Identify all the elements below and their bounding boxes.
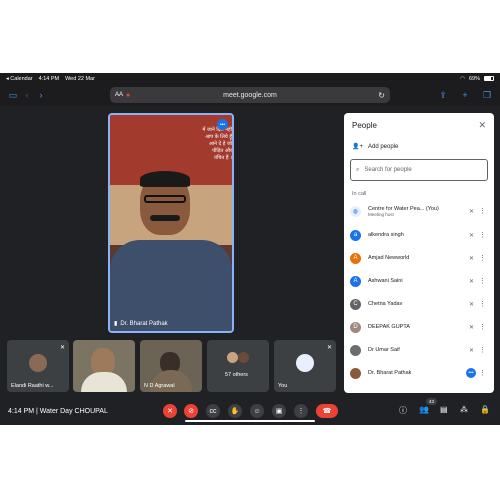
close-icon[interactable]: ✕ — [478, 120, 486, 131]
home-indicator[interactable] — [185, 420, 315, 422]
participant-name: N D Agrawal — [144, 383, 175, 389]
participant-avatar — [29, 354, 47, 372]
activities-icon[interactable]: ⁂ — [460, 405, 468, 414]
mic-off-icon[interactable]: ✕ — [469, 208, 474, 215]
raise-hand-button[interactable]: ✋ — [228, 404, 242, 418]
back-arrow-icon[interactable]: ‹ — [20, 90, 34, 100]
more-options-icon[interactable]: ⋮ — [479, 300, 486, 308]
participant-row[interactable]: D DEEPAK GUPTA ✕ ⋮ — [350, 317, 490, 337]
participant-row[interactable]: a alkendra singh ✕ ⋮ — [350, 225, 490, 245]
mic-off-icon[interactable]: ✕ — [469, 278, 474, 285]
captions-button[interactable]: cc — [206, 404, 220, 418]
tabs-overview-icon[interactable]: ❐ — [480, 90, 494, 101]
more-options-icon[interactable]: ⋮ — [479, 323, 486, 331]
speaker-name-label: ▮ Dr. Bharat Pathak — [114, 320, 168, 328]
participant-avatar: A — [350, 275, 361, 287]
leave-call-button[interactable]: ☎ — [316, 404, 338, 418]
add-people-button[interactable]: 👤+ Add people — [352, 143, 398, 151]
main-speaker-tile[interactable]: में जाने दिले नहीं आप के लिये हूँ आने दे… — [108, 113, 234, 333]
status-bar: ◂ Calendar 4:14 PM Wed 22 Mar ◠ 69% — [0, 73, 500, 84]
battery-icon — [484, 76, 494, 81]
participant-avatar — [238, 352, 249, 363]
participant-row[interactable]: A Ashwani Saini ✕ ⋮ — [350, 271, 490, 291]
mic-off-icon: ✕ — [326, 345, 332, 351]
participant-avatar: ◍ — [350, 205, 361, 217]
in-call-heading: In call — [352, 191, 367, 197]
new-tab-icon[interactable]: + — [458, 90, 472, 101]
more-options-icon[interactable]: ⋮ — [479, 254, 486, 262]
mic-off-icon[interactable]: ✕ — [469, 255, 474, 262]
participant-avatar: D — [350, 321, 361, 333]
participant-shirt — [81, 372, 127, 392]
panel-title: People — [352, 121, 377, 130]
people-panel: People ✕ 👤+ Add people ⌕ Search for peop… — [344, 113, 494, 393]
participant-row[interactable]: Dr Umar Saif ✕ ⋮ — [350, 340, 490, 360]
others-count-label: 57 others — [225, 372, 248, 378]
participant-avatar: A — [350, 252, 361, 264]
present-button[interactable]: ▣ — [272, 404, 286, 418]
sidebar-icon[interactable]: ▭ — [6, 90, 20, 101]
participant-row[interactable]: ◍ Centre for Water Pea... (You) Meeting … — [350, 201, 490, 221]
wifi-icon: ◠ — [460, 75, 465, 82]
host-controls-icon[interactable]: 🔒 — [480, 405, 490, 414]
more-options-icon[interactable]: ⋮ — [479, 346, 486, 354]
participant-tile[interactable]: N D Agrawal — [140, 340, 202, 392]
forward-arrow-icon[interactable]: › — [34, 90, 48, 100]
poster-text: में जाने दिले नहीं आप के लिये हूँ आने दे… — [202, 127, 232, 161]
participant-tile[interactable] — [73, 340, 135, 392]
mic-off-icon[interactable]: ✕ — [469, 324, 474, 331]
more-options-icon[interactable]: ⋮ — [479, 369, 486, 377]
status-time: 4:14 PM — [38, 75, 60, 82]
meeting-info: 4:14 PM | Water Day CHOUPAL — [8, 407, 108, 415]
address-bar[interactable]: AA ● meet.google.com ↻ — [110, 87, 390, 103]
speaking-indicator-icon: ••• — [217, 119, 228, 130]
more-options-icon[interactable]: ⋮ — [479, 277, 486, 285]
url-text: meet.google.com — [223, 91, 277, 99]
participant-row[interactable]: Dr. Bharat Pathak ••• ⋮ — [350, 363, 490, 383]
self-name: You — [278, 383, 288, 389]
speaker-glasses — [144, 195, 186, 203]
back-to-calendar-link[interactable]: ◂ Calendar — [6, 76, 33, 82]
others-tile[interactable]: 57 others — [207, 340, 269, 392]
ipad-screen: ◂ Calendar 4:14 PM Wed 22 Mar ◠ 69% ▭ ‹ … — [0, 73, 500, 425]
people-count-badge: 43 — [426, 398, 438, 405]
battery-percent: 69% — [468, 75, 480, 82]
more-options-button[interactable]: ⋮ — [294, 404, 308, 418]
mic-off-icon[interactable]: ✕ — [469, 347, 474, 354]
share-icon[interactable]: ⇪ — [436, 90, 450, 101]
participant-name: Elandi Raathi w... — [11, 383, 54, 389]
chat-icon[interactable]: ▤ — [440, 405, 448, 414]
reactions-button[interactable]: ☺ — [250, 404, 264, 418]
mic-off-icon[interactable]: ✕ — [469, 232, 474, 239]
speaker-mustache — [150, 215, 180, 221]
participant-avatar: C — [350, 298, 361, 310]
participant-avatar — [350, 344, 361, 356]
search-icon: ⌕ — [356, 166, 360, 173]
add-person-icon: 👤+ — [352, 144, 363, 150]
speaking-indicator-icon: ••• — [466, 368, 476, 378]
people-icon[interactable]: 👥 — [419, 405, 429, 414]
more-options-icon[interactable]: ⋮ — [479, 207, 486, 215]
participant-avatar — [350, 367, 361, 379]
mic-toggle-button[interactable]: ✕ — [163, 404, 177, 418]
search-people-input[interactable]: ⌕ Search for people — [350, 159, 488, 181]
self-tile[interactable]: ✕ You — [274, 340, 336, 392]
participant-row[interactable]: C Chetna Yadav ✕ ⋮ — [350, 294, 490, 314]
participant-avatar: a — [350, 229, 361, 241]
browser-toolbar: ▭ ‹ › AA ● meet.google.com ↻ ⇪ + ❐ — [0, 84, 500, 106]
mic-off-icon: ✕ — [59, 345, 65, 351]
pin-icon: ▮ — [114, 321, 118, 327]
more-options-icon[interactable]: ⋮ — [479, 231, 486, 239]
participant-avatar — [227, 352, 238, 363]
participant-row[interactable]: A Amjad Newworld ✕ ⋮ — [350, 248, 490, 268]
meeting-details-icon[interactable]: ⓘ — [399, 405, 407, 416]
mic-off-icon[interactable]: ✕ — [469, 301, 474, 308]
speaker-hair — [140, 171, 190, 187]
camera-toggle-button[interactable]: ⊘ — [184, 404, 198, 418]
participant-tile[interactable]: ✕ Elandi Raathi w... — [7, 340, 69, 392]
self-avatar — [296, 354, 314, 372]
status-date: Wed 22 Mar — [65, 75, 95, 82]
